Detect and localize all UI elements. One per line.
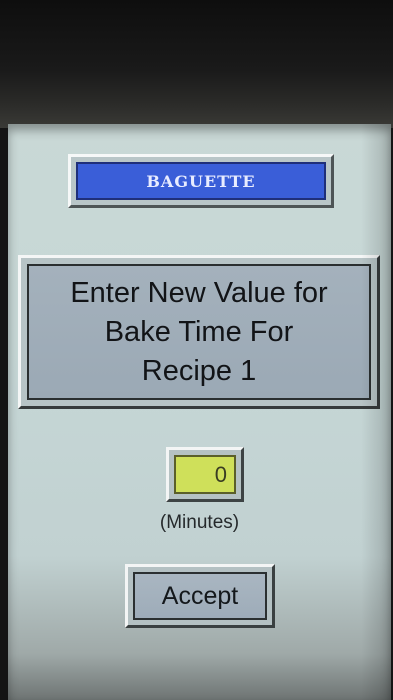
accept-button-frame[interactable]: Accept: [125, 564, 275, 628]
accept-button[interactable]: Accept: [133, 572, 267, 620]
unit-label: (Minutes): [159, 512, 240, 533]
bake-time-input-frame[interactable]: 0: [166, 447, 244, 502]
prompt-text: Enter New Value for Bake Time For Recipe…: [27, 264, 371, 400]
prompt-panel: Enter New Value for Bake Time For Recipe…: [18, 255, 380, 409]
prompt-line-2: Bake Time For: [104, 315, 294, 348]
recipe-title: BAGUETTE: [76, 162, 326, 200]
prompt-line-1: Enter New Value for: [70, 276, 328, 309]
prompt-line-3: Recipe 1: [141, 354, 257, 387]
hmi-screen: BAGUETTE Enter New Value for Bake Time F…: [8, 124, 391, 700]
recipe-title-frame: BAGUETTE: [68, 154, 334, 208]
device-bezel: [0, 0, 393, 128]
bake-time-input[interactable]: 0: [174, 455, 236, 494]
